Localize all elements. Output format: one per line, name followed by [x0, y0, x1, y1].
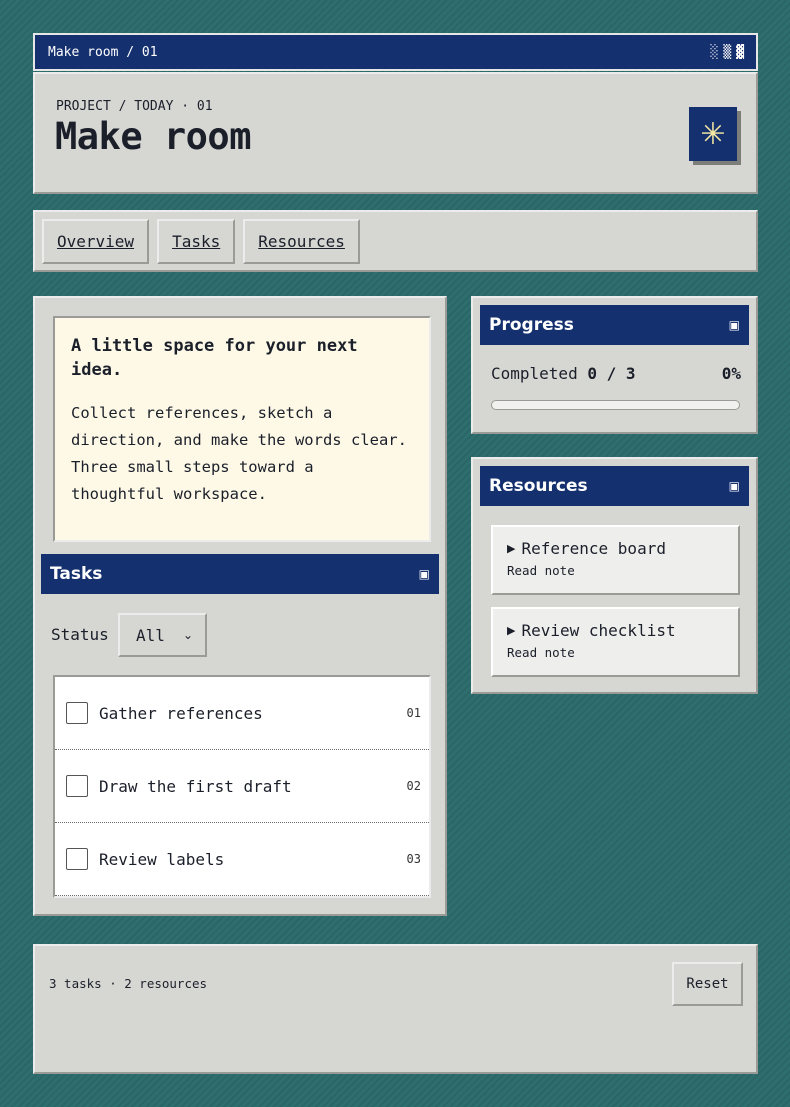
- collapse-icon[interactable]: ▣: [729, 318, 740, 332]
- collapse-icon[interactable]: ▣: [419, 567, 430, 581]
- task-label: Review labels: [99, 849, 225, 869]
- collapse-icon[interactable]: ▣: [729, 479, 740, 493]
- footer-stats: 3 tasks · 2 resources: [49, 976, 208, 991]
- progress-bar: [491, 400, 740, 410]
- maximize-icon[interactable]: ▒: [723, 45, 731, 60]
- resource-link[interactable]: Read note: [507, 645, 724, 660]
- logo-asterisk-icon: ✳: [689, 107, 737, 161]
- progress-heading: Progress: [489, 315, 574, 335]
- progress-summary: Completed 0 / 3 0%: [491, 364, 741, 383]
- footer: 3 tasks · 2 resources Reset: [33, 944, 758, 1074]
- task-checkbox[interactable]: [66, 848, 88, 870]
- task-row: Gather references 01: [55, 677, 429, 750]
- note-title: A little space for your next idea.: [71, 336, 358, 380]
- status-select[interactable]: All ⌄: [118, 613, 207, 657]
- status-label: Status: [51, 625, 109, 644]
- resources-header: Resources ▣: [480, 466, 749, 506]
- breadcrumb: PROJECT / TODAY · 01: [56, 99, 213, 114]
- resource-title: Reference board: [521, 539, 666, 558]
- resources-heading: Resources: [489, 476, 588, 496]
- resource-card[interactable]: ▶ Reference board Read note: [491, 525, 740, 595]
- task-number: 01: [406, 706, 421, 720]
- tasks-heading: Tasks: [50, 564, 103, 584]
- completed-count: 0 / 3: [587, 364, 636, 383]
- task-checkbox[interactable]: [66, 702, 88, 724]
- window-titlebar: Make room / 01 ░ ▒ ▓: [33, 33, 758, 71]
- main-panel: A little space for your next idea. Colle…: [33, 296, 447, 916]
- window-title: Make room / 01: [48, 44, 158, 60]
- nav-bar: Overview Tasks Resources: [33, 210, 758, 272]
- tab-overview[interactable]: Overview: [42, 219, 150, 264]
- progress-panel: Progress ▣ Completed 0 / 3 0%: [471, 296, 758, 434]
- status-selected-value: All: [136, 625, 165, 645]
- tab-resources[interactable]: Resources: [243, 219, 360, 264]
- resource-link[interactable]: Read note: [507, 563, 724, 578]
- tab-tasks[interactable]: Tasks: [157, 219, 236, 264]
- completed-label: Completed: [491, 364, 578, 383]
- note-body: Collect references, sketch a direction, …: [71, 404, 407, 503]
- page-header: PROJECT / TODAY · 01 Make room ✳: [33, 72, 758, 194]
- task-row: Review labels 03: [55, 823, 429, 896]
- chevron-down-icon: ⌄: [182, 628, 193, 642]
- resource-card[interactable]: ▶ Review checklist Read note: [491, 607, 740, 677]
- task-number: 02: [406, 779, 421, 793]
- resources-panel: Resources ▣ ▶ Reference board Read note ▶…: [471, 457, 758, 694]
- close-icon[interactable]: ▓: [736, 45, 744, 60]
- page-title: Make room: [55, 115, 251, 158]
- resource-title: Review checklist: [521, 621, 676, 640]
- task-row: Draw the first draft 02: [55, 750, 429, 823]
- progress-percent: 0%: [721, 364, 741, 383]
- progress-header: Progress ▣: [480, 305, 749, 345]
- reset-button[interactable]: Reset: [672, 962, 743, 1006]
- task-label: Gather references: [99, 703, 263, 723]
- window-controls: ░ ▒ ▓: [711, 45, 744, 60]
- minimize-icon[interactable]: ░: [711, 45, 719, 60]
- idea-note: A little space for your next idea. Colle…: [53, 316, 431, 542]
- task-list: Gather references 01 Draw the first draf…: [53, 675, 431, 898]
- triangle-right-icon: ▶: [507, 624, 516, 637]
- triangle-right-icon: ▶: [507, 542, 516, 555]
- task-checkbox[interactable]: [66, 775, 88, 797]
- task-number: 03: [406, 852, 421, 866]
- task-label: Draw the first draft: [99, 776, 292, 796]
- tasks-header: Tasks ▣: [41, 554, 439, 594]
